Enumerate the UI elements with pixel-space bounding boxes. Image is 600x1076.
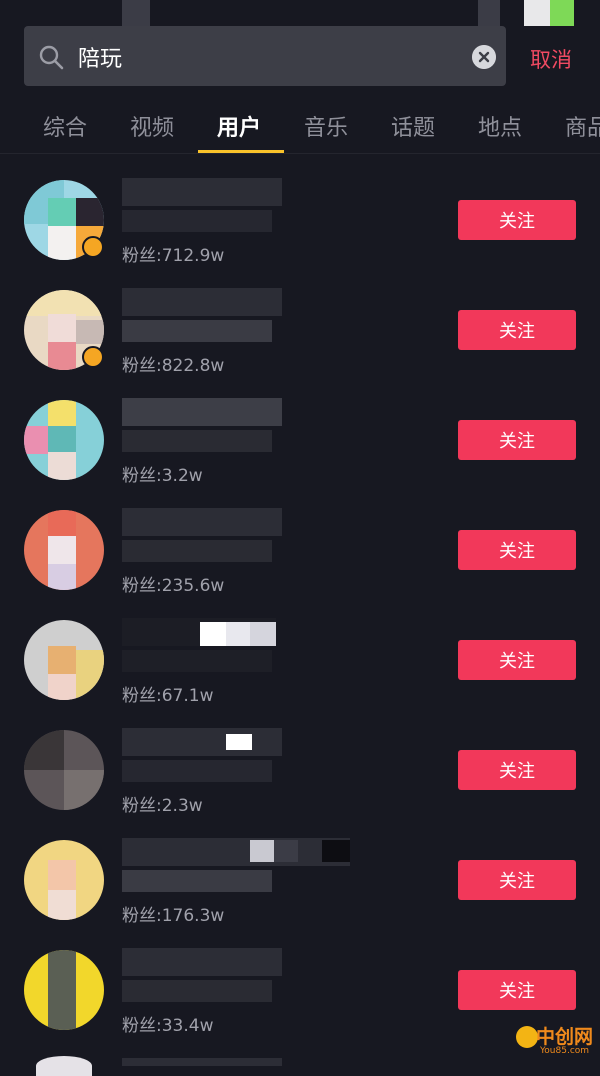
status-mosaic xyxy=(478,0,500,26)
verified-badge-icon xyxy=(82,236,104,258)
user-id-mosaic xyxy=(122,430,272,452)
search-input[interactable]: 陪玩 xyxy=(78,41,122,73)
avatar[interactable] xyxy=(24,510,104,590)
user-row[interactable]: 粉丝:176.3w 关注 xyxy=(0,838,600,950)
battery-mosaic xyxy=(550,0,574,26)
username-mosaic xyxy=(122,288,282,316)
fans-count: 粉丝:235.6w xyxy=(122,576,225,596)
user-row[interactable]: 粉丝:2.3w 关注 xyxy=(0,728,600,840)
tab-comprehensive[interactable]: 综合 xyxy=(43,110,87,142)
follow-button[interactable]: 关注 xyxy=(458,420,576,460)
status-bar xyxy=(0,0,600,26)
tab-videos[interactable]: 视频 xyxy=(130,110,174,142)
verified-badge-icon xyxy=(82,346,104,368)
watermark-title: 中创网 xyxy=(536,1026,594,1048)
avatar[interactable] xyxy=(24,950,104,1030)
fans-count: 粉丝:67.1w xyxy=(122,686,214,706)
search-icon xyxy=(39,45,64,70)
user-id-mosaic xyxy=(122,760,272,782)
fans-count: 粉丝:3.2w xyxy=(122,466,203,486)
username-mosaic xyxy=(122,838,350,866)
username-mosaic xyxy=(122,178,282,206)
clear-icon[interactable] xyxy=(472,45,496,69)
avatar[interactable] xyxy=(24,730,104,810)
watermark-logo-icon xyxy=(516,1026,538,1048)
user-id-mosaic xyxy=(122,980,272,1002)
follow-button[interactable]: 关注 xyxy=(458,530,576,570)
user-id-mosaic xyxy=(122,210,272,232)
tab-music[interactable]: 音乐 xyxy=(304,110,348,142)
username-mosaic xyxy=(122,618,276,646)
user-row[interactable]: 粉丝:33.4w 关注 xyxy=(0,948,600,1060)
fans-count: 粉丝:712.9w xyxy=(122,246,225,266)
avatar[interactable] xyxy=(24,840,104,920)
fans-count: 粉丝:2.3w xyxy=(122,796,203,816)
follow-button[interactable]: 关注 xyxy=(458,640,576,680)
watermark-subtitle: You85.com xyxy=(540,1046,590,1056)
tabs-divider xyxy=(0,153,600,154)
user-id-mosaic xyxy=(122,870,272,892)
avatar[interactable] xyxy=(24,620,104,700)
username-mosaic xyxy=(122,398,282,426)
username-mosaic xyxy=(122,948,282,976)
follow-button[interactable]: 关注 xyxy=(458,750,576,790)
battery-mosaic xyxy=(524,0,550,26)
user-id-mosaic xyxy=(122,540,272,562)
tab-users[interactable]: 用户 xyxy=(217,110,261,142)
user-row[interactable]: 粉丝:235.6w 关注 xyxy=(0,508,600,620)
tab-places[interactable]: 地点 xyxy=(478,110,522,142)
cancel-button[interactable]: 取消 xyxy=(530,44,572,74)
user-row[interactable]: 粉丝:3.2w 关注 xyxy=(0,398,600,510)
fans-count: 粉丝:33.4w xyxy=(122,1016,214,1036)
follow-button[interactable]: 关注 xyxy=(458,970,576,1010)
status-mosaic xyxy=(122,0,150,26)
fans-count: 粉丝:176.3w xyxy=(122,906,225,926)
user-id-mosaic xyxy=(122,650,272,672)
user-id-mosaic xyxy=(122,320,272,342)
follow-button[interactable]: 关注 xyxy=(458,310,576,350)
avatar[interactable] xyxy=(24,400,104,480)
follow-button[interactable]: 关注 xyxy=(458,860,576,900)
fans-count: 粉丝:822.8w xyxy=(122,356,225,376)
search-bar[interactable]: 陪玩 xyxy=(24,26,506,86)
username-mosaic xyxy=(122,728,282,756)
username-mosaic xyxy=(122,508,282,536)
follow-button[interactable]: 关注 xyxy=(458,200,576,240)
user-row[interactable]: 粉丝:67.1w 关注 xyxy=(0,618,600,730)
user-row[interactable]: 粉丝:822.8w 关注 xyxy=(0,288,600,400)
watermark: 中创网 You85.com xyxy=(514,1020,600,1066)
tab-products[interactable]: 商品 xyxy=(565,110,600,142)
user-row[interactable]: 粉丝:712.9w 关注 xyxy=(0,178,600,290)
category-tabs: 综合 视频 用户 音乐 话题 地点 商品 xyxy=(0,106,600,154)
tab-topics[interactable]: 话题 xyxy=(391,110,435,142)
next-row-avatar xyxy=(36,1056,92,1076)
next-row-name-mosaic xyxy=(122,1058,282,1066)
